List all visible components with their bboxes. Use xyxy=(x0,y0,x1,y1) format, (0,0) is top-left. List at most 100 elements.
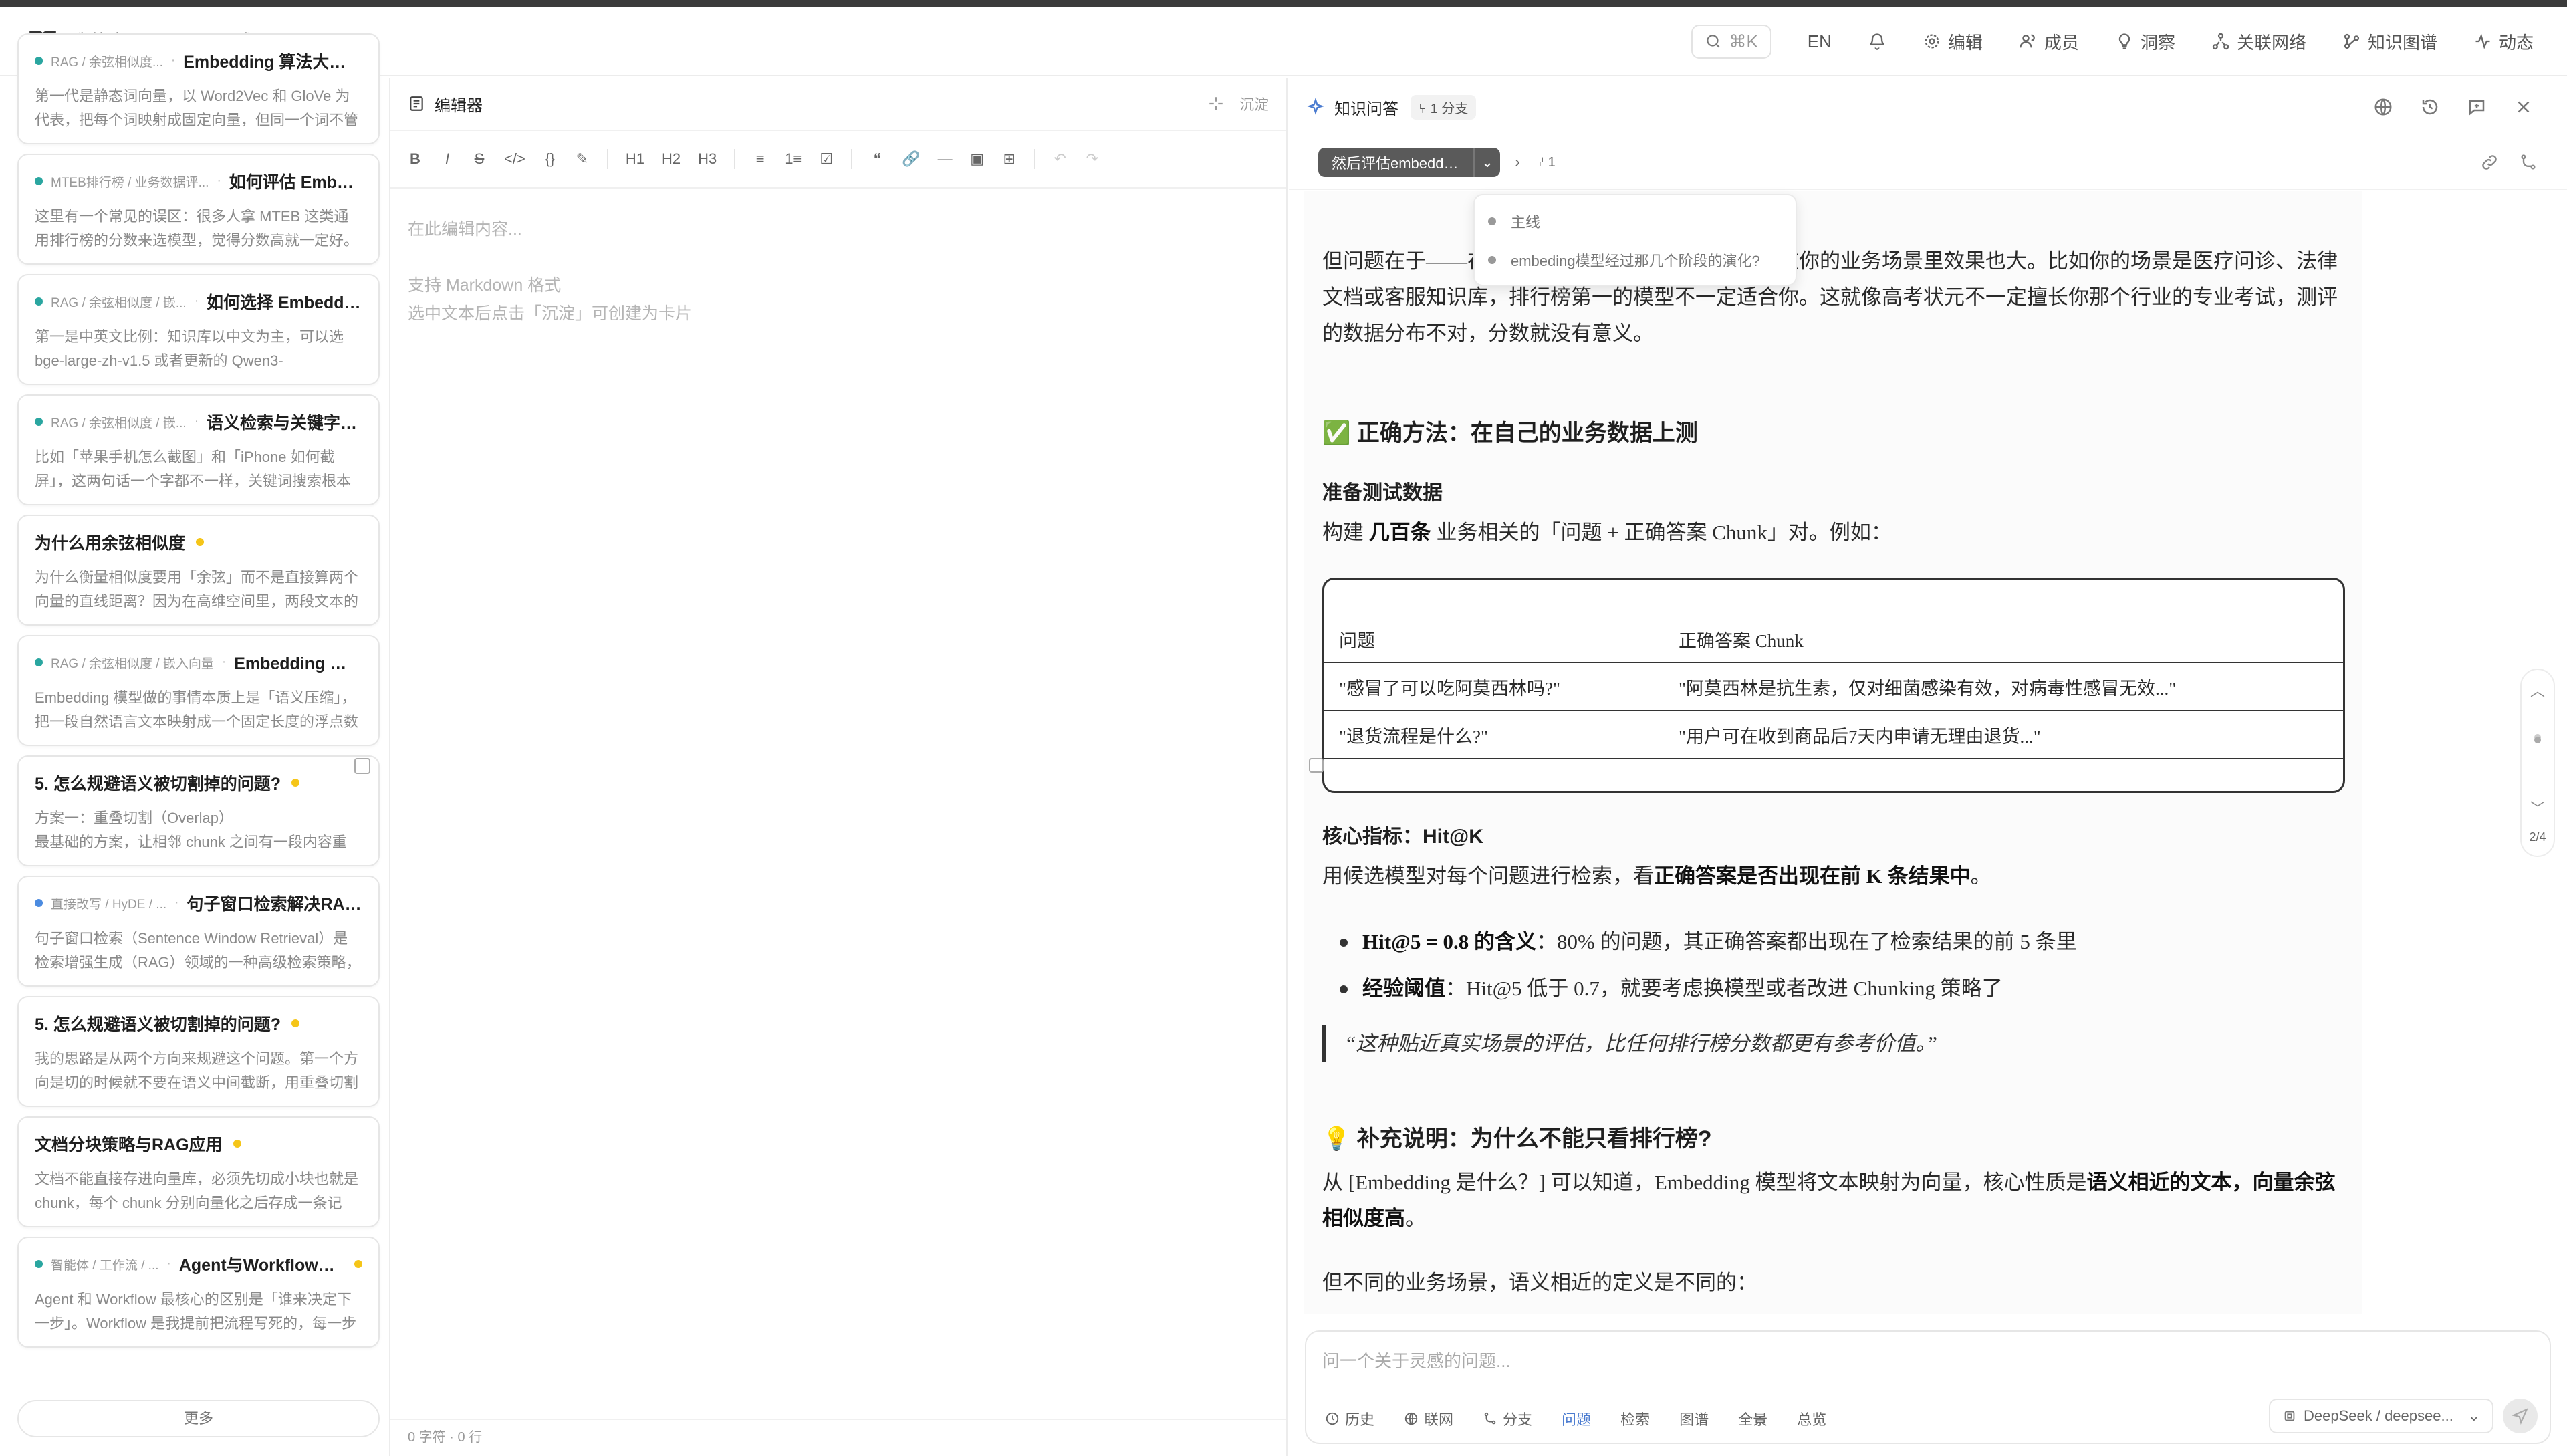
chevron-up-icon[interactable]: ︿ xyxy=(2522,679,2554,701)
panel-expand-icon[interactable] xyxy=(1309,758,1324,773)
link-icon[interactable] xyxy=(2480,153,2499,172)
branch-icon[interactable] xyxy=(2519,153,2538,172)
nav-knowledge-graph[interactable]: 知识图谱 xyxy=(2342,29,2437,54)
section-navigator[interactable]: ︿ ﹀ 2/4 xyxy=(2520,669,2555,857)
branch-option-embedding[interactable]: embeding模型经过那几个阶段的演化? xyxy=(1488,241,1782,279)
card-10[interactable]: 智能体 / 工作流 / ... · Agent与Workflow的混... Agen… xyxy=(17,1237,380,1348)
card-8[interactable]: 5. 怎么规避语义被切割掉的问题? 我的思路是从两个方向来规避这个问题。第一个方… xyxy=(17,996,380,1107)
task-list-button[interactable]: ☑ xyxy=(819,150,834,168)
branch-count-badge[interactable]: ⑂ 1 分支 xyxy=(1411,94,1477,120)
toolbar-divider xyxy=(1033,149,1035,169)
mode-overview[interactable]: 总览 xyxy=(1797,1408,1826,1429)
tag-dot xyxy=(35,658,43,666)
card-7[interactable]: 直接改写 / HyDE / ... · 句子窗口检索解决RAG... 句子窗口检索（… xyxy=(17,876,380,987)
chevron-down-icon[interactable]: ﹀ xyxy=(2522,797,2554,818)
nav-activity[interactable]: 动态 xyxy=(2473,29,2534,54)
status-dot xyxy=(233,1140,241,1148)
panel-collapse-icon[interactable] xyxy=(354,758,370,774)
chevron-down-icon[interactable]: ⌄ xyxy=(1473,148,1500,177)
text-segment: 构建 xyxy=(1322,521,1364,544)
nav-edit[interactable]: 编辑 xyxy=(1923,29,1983,54)
text-emphasis: 经验阈值 xyxy=(1362,977,1445,1000)
text-segment: ：Hit@5 低于 0.7，就要考虑换模型或者改进 Chunking 策略了 xyxy=(1445,977,2003,1000)
mode-retrieval[interactable]: 检索 xyxy=(1620,1408,1650,1429)
list-item: 经验阈值：Hit@5 低于 0.7，就要考虑换模型或者改进 Chunking 策… xyxy=(1322,965,2345,1012)
nav-insight[interactable]: 洞察 xyxy=(2115,29,2175,54)
card-crumb: RAG / 余弦相似度... xyxy=(51,55,163,70)
image-button[interactable]: ▣ xyxy=(970,150,985,168)
search-button[interactable]: ⌘K xyxy=(1691,24,1771,59)
heading3-button[interactable]: H3 xyxy=(698,150,717,168)
sink-button[interactable]: 沉淀 xyxy=(1207,93,1269,114)
card-body: 文档不能直接存进向量库，必须先切成小块也就是 chunk，每个 chunk 分别… xyxy=(35,1171,359,1211)
editor-textarea[interactable]: 在此编辑内容... 支持 Markdown 格式 选中文本后点击「沉淀」可创建为… xyxy=(390,189,1286,354)
search-shortcut: ⌘K xyxy=(1729,31,1758,51)
branch-button[interactable]: 分支 xyxy=(1483,1408,1532,1429)
section-marker-active[interactable] xyxy=(2534,737,2541,743)
model-select[interactable]: DeepSeek / deepsee... ⌄ xyxy=(2269,1399,2493,1433)
status-dot xyxy=(291,779,300,787)
card-crumb: RAG / 余弦相似度 / 嵌... xyxy=(51,295,187,310)
nav-edit-label: 编辑 xyxy=(1947,32,1983,53)
answer-document[interactable]: 但问题在于——在通用数据集上分数高，并不代表在你的业务场景里效果也大。比如你的场… xyxy=(1304,191,2362,1314)
quote-button[interactable]: ❝ xyxy=(870,150,884,168)
inline-code-button[interactable]: </> xyxy=(504,150,525,168)
crumb-separator: · xyxy=(194,414,199,429)
bullet-list-button[interactable]: ≡ xyxy=(753,150,767,168)
card-3[interactable]: RAG / 余弦相似度 / 嵌... · 语义检索与关键字搜索... 比如「苹果手机… xyxy=(17,394,380,505)
table-button[interactable]: ⊞ xyxy=(1002,150,1017,168)
redo-button[interactable]: ↷ xyxy=(1085,150,1100,168)
bell-icon[interactable] xyxy=(1868,32,1886,51)
graph-icon xyxy=(2344,33,2360,49)
history-button[interactable]: 历史 xyxy=(1325,1408,1374,1429)
strikethrough-button[interactable]: S xyxy=(472,150,487,168)
card-5[interactable]: RAG / 余弦相似度 / 嵌入向量 · Embedding 是什么? Embedd… xyxy=(17,635,380,746)
card-6[interactable]: 5. 怎么规避语义被切割掉的问题? 方案一：重叠切割（Overlap） 最基础的… xyxy=(17,755,380,866)
card-1[interactable]: MTEB排行榜 / 业务数据评... · 如何评估 Embedding... 这里有… xyxy=(17,154,380,265)
nav-network[interactable]: 关联网络 xyxy=(2211,29,2306,54)
heading2-button[interactable]: H2 xyxy=(662,150,681,168)
mode-panorama[interactable]: 全景 xyxy=(1738,1408,1767,1429)
status-dot xyxy=(196,538,205,546)
question-input-box[interactable]: 问一个关于灵感的问题... 历史 联网 分支 问题 检索 图谱 全景 总览 De… xyxy=(1305,1330,2551,1444)
more-button[interactable]: 更多 xyxy=(17,1400,380,1437)
code-block-button[interactable]: {} xyxy=(543,150,558,168)
card-list[interactable]: RAG / 余弦相似度... · Embedding 算法大致经历了... 第一代是… xyxy=(0,33,388,1456)
chevron-right-icon[interactable]: › xyxy=(1515,153,1520,172)
ordered-list-button[interactable]: 1≡ xyxy=(785,150,802,168)
card-title: 句子窗口检索解决RAG... xyxy=(187,895,362,914)
branch-select-value: 然后评估embedding模型 xyxy=(1332,155,1473,172)
editor-placeholder: 在此编辑内容... xyxy=(408,220,522,239)
toolbar-divider xyxy=(606,149,608,169)
language-toggle[interactable]: EN xyxy=(1808,31,1832,52)
link-button[interactable]: 🔗 xyxy=(902,150,920,168)
users-icon xyxy=(2020,34,2035,48)
card-2[interactable]: RAG / 余弦相似度 / 嵌... · 如何选择 Embedding ... 第一… xyxy=(17,274,380,385)
branch-select[interactable]: 然后评估embedding模型 ⌄ xyxy=(1318,148,1500,177)
nav-members[interactable]: 成员 xyxy=(2019,29,2079,54)
branch-node-count[interactable]: ⑂ 1 xyxy=(1536,155,1556,170)
branch-option-main[interactable]: 主线 xyxy=(1488,202,1782,241)
close-icon[interactable] xyxy=(2514,97,2534,117)
card-9[interactable]: 文档分块策略与RAG应用 文档不能直接存进向量库，必须先切成小块也就是 chun… xyxy=(17,1116,380,1227)
clock-icon xyxy=(1326,1412,1339,1425)
mode-question[interactable]: 问题 xyxy=(1562,1408,1591,1429)
card-crumb: 直接改写 / HyDE / ... xyxy=(51,897,167,912)
question-input[interactable]: 问一个关于灵感的问题... xyxy=(1322,1348,1511,1372)
highlight-button[interactable]: ✎ xyxy=(575,150,590,168)
history-icon[interactable] xyxy=(2420,97,2440,117)
globe-icon[interactable] xyxy=(2373,97,2393,117)
web-search-button[interactable]: 联网 xyxy=(1404,1408,1453,1429)
card-0[interactable]: RAG / 余弦相似度... · Embedding 算法大致经历了... 第一代是… xyxy=(17,33,380,144)
divider-button[interactable]: — xyxy=(938,150,953,168)
crumb-separator: · xyxy=(217,174,221,188)
bold-button[interactable]: B xyxy=(408,150,422,168)
card-title: Embedding 是什么? xyxy=(234,654,362,673)
card-4[interactable]: 为什么用余弦相似度 为什么衡量相似度要用「余弦」而不是直接算两个向量的直线距离？… xyxy=(17,515,380,626)
undo-button[interactable]: ↶ xyxy=(1053,150,1068,168)
send-button[interactable] xyxy=(2503,1399,2538,1433)
mode-graph[interactable]: 图谱 xyxy=(1679,1408,1709,1429)
heading1-button[interactable]: H1 xyxy=(626,150,644,168)
new-chat-icon[interactable] xyxy=(2467,97,2487,117)
italic-button[interactable]: I xyxy=(440,150,455,168)
